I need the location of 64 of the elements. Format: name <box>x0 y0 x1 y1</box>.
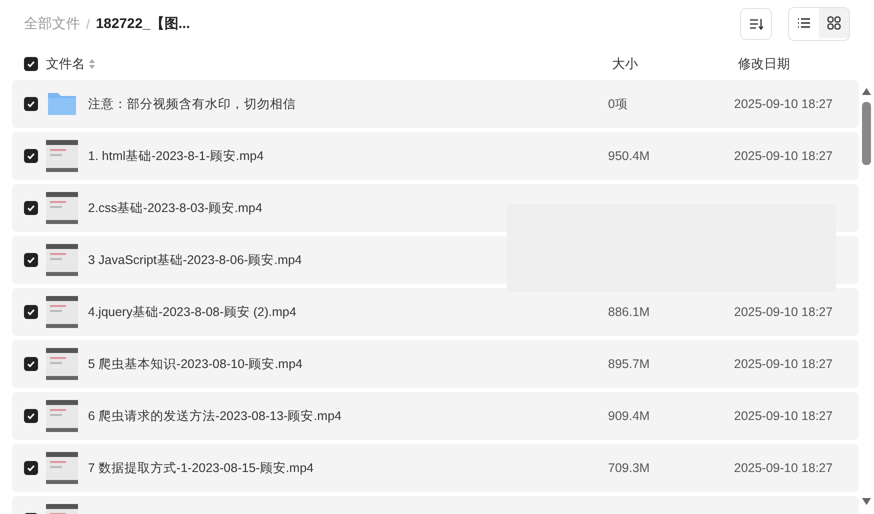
check-icon <box>27 360 35 368</box>
file-size: 895.7M <box>608 357 650 371</box>
check-icon <box>27 308 35 316</box>
file-name: 3 JavaScript基础-2023-8-06-顾安.mp4 <box>88 252 302 266</box>
file-row[interactable]: 6 爬虫请求的发送方法-2023-08-13-顾安.mp4 909.4M 2025-09-10 18:27 <box>12 392 859 440</box>
video-thumbnail <box>46 192 78 224</box>
breadcrumb-separator: / <box>86 16 90 32</box>
modified-date: 2025-09-10 18:27 <box>734 97 833 111</box>
checkbox[interactable] <box>24 97 38 111</box>
video-thumbnail <box>46 244 78 276</box>
file-row[interactable]: 7 数据提取方式-1-2023-08-15-顾安.mp4 709.3M 2025-09-10 18:27 <box>12 444 859 492</box>
checkbox[interactable] <box>24 253 38 267</box>
checkbox[interactable] <box>24 149 38 163</box>
scroll-up-icon[interactable] <box>862 88 871 95</box>
check-icon <box>27 204 35 212</box>
file-size: 909.4M <box>608 409 650 423</box>
checkbox[interactable] <box>24 305 38 319</box>
scrollbar-thumb[interactable] <box>862 102 871 165</box>
scroll-down-icon[interactable] <box>862 498 871 505</box>
file-name: 注意：部分视频含有水印，切勿相信 <box>88 96 296 110</box>
modified-date: 2025-09-10 18:27 <box>734 357 833 371</box>
check-icon <box>27 412 35 420</box>
checkbox[interactable] <box>24 461 38 475</box>
file-name: 5 爬虫基本知识-2023-08-10-顾安.mp4 <box>88 356 302 370</box>
column-header[interactable]: 文件名 <box>46 55 85 73</box>
modified-date: 2025-09-10 18:27 <box>734 305 833 319</box>
grid-icon <box>827 16 841 30</box>
check-icon <box>27 60 35 68</box>
column-header[interactable]: 大小 <box>608 55 734 73</box>
file-name: 2.css基础-2023-8-03-顾安.mp4 <box>88 200 262 214</box>
video-thumbnail <box>46 348 78 380</box>
check-icon <box>27 256 35 264</box>
file-name: 6 爬虫请求的发送方法-2023-08-13-顾安.mp4 <box>88 408 342 422</box>
video-thumbnail <box>46 400 78 432</box>
breadcrumb-item[interactable]: 182722_【图... <box>96 15 190 33</box>
check-icon <box>27 464 35 472</box>
file-row[interactable]: 1. html基础-2023-8-1-顾安.mp4 950.4M 2025-09-10 18:27 <box>12 132 859 180</box>
sort-icon <box>749 18 763 30</box>
file-size: 886.1M <box>608 305 650 319</box>
file-name: 4.jquery基础-2023-8-08-顾安 (2).mp4 <box>88 304 296 318</box>
list-icon <box>797 17 811 29</box>
checkbox[interactable] <box>24 57 38 71</box>
modified-date: 2025-09-10 18:27 <box>734 409 833 423</box>
checkbox[interactable] <box>24 409 38 423</box>
video-thumbnail <box>46 452 78 484</box>
file-row[interactable]: 注意：部分视频含有水印，切勿相信 0项 2025-09-10 18:27 <box>12 80 859 128</box>
file-size: 709.3M <box>608 461 650 475</box>
video-thumbnail <box>46 140 78 172</box>
checkbox[interactable] <box>24 201 38 215</box>
sort-button[interactable] <box>740 8 772 40</box>
file-name: 7 数据提取方式-1-2023-08-15-顾安.mp4 <box>88 460 314 474</box>
view-toggle[interactable] <box>819 8 849 38</box>
check-icon <box>27 100 35 108</box>
video-thumbnail <box>46 296 78 328</box>
column-header[interactable]: 修改日期 <box>734 55 859 73</box>
file-row[interactable]: 5 爬虫基本知识-2023-08-10-顾安.mp4 895.7M 2025-09-10 18:27 <box>12 340 859 388</box>
file-size: 950.4M <box>608 149 650 163</box>
modified-date: 2025-09-10 18:27 <box>734 461 833 475</box>
file-name: 1. html基础-2023-8-1-顾安.mp4 <box>88 148 264 162</box>
file-row[interactable]: 4.jquery基础-2023-8-08-顾安 (2).mp4 886.1M 2025-09-10 18:27 <box>12 288 859 336</box>
checkbox[interactable] <box>24 357 38 371</box>
modified-date: 2025-09-10 18:27 <box>734 149 833 163</box>
file-size: 0项 <box>608 96 628 110</box>
check-icon <box>27 152 35 160</box>
